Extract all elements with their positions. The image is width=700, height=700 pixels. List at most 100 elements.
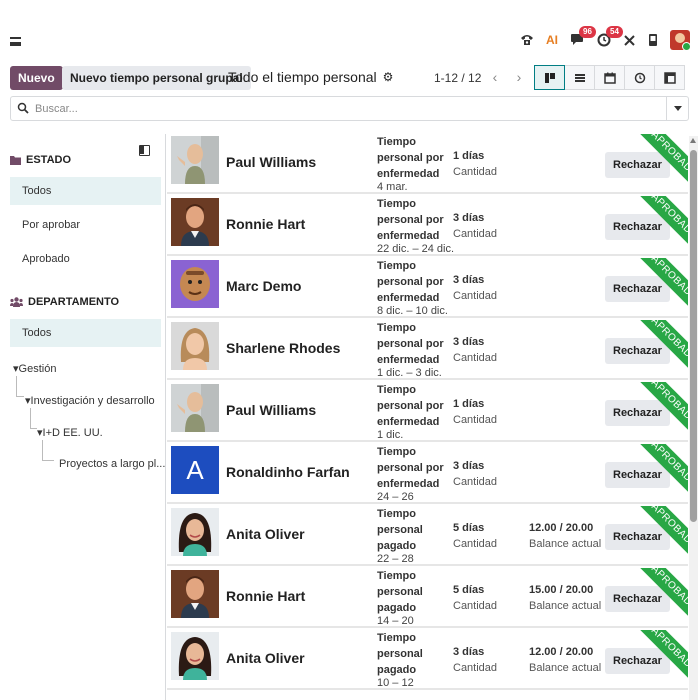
tree-connector <box>42 460 54 461</box>
pager-next-icon[interactable]: › <box>507 64 531 90</box>
caret-down-icon <box>673 106 682 111</box>
employee-name: Anita Oliver <box>226 650 305 666</box>
employee-avatar <box>171 508 219 556</box>
employee-avatar <box>171 260 219 308</box>
kanban-view-button[interactable] <box>534 65 565 90</box>
balance-label: Balance actual <box>529 600 602 612</box>
estado-section-title: ESTADO <box>10 154 71 166</box>
employee-avatar <box>171 136 219 184</box>
timeoff-type: Tiempo personal por enfermedad <box>377 384 444 428</box>
chat-icon[interactable]: 96 <box>570 26 596 47</box>
calendar-view-button[interactable] <box>594 65 625 90</box>
search-options-toggle[interactable] <box>666 96 688 121</box>
timeoff-dates: 24 – 26 <box>377 491 414 503</box>
timeoff-type: Tiempo personal por enfermedad <box>377 446 444 490</box>
refuse-button[interactable]: Rechazar <box>605 586 670 612</box>
employee-name: Ronnie Hart <box>226 216 306 232</box>
calendar-icon <box>603 72 616 84</box>
pager-value[interactable]: 1-12 / 12 <box>434 71 481 85</box>
tree-item-id-ee-uu[interactable]: ▾I+D EE. UU. <box>37 426 103 439</box>
departamento-filter-todos[interactable]: Todos <box>10 319 161 347</box>
employee-avatar <box>171 384 219 432</box>
folder-icon <box>10 156 21 165</box>
employee-name: Sharlene Rhodes <box>226 340 341 356</box>
timeoff-dates: 4 mar. <box>377 181 408 193</box>
clock-icon <box>634 72 645 83</box>
timeoff-duration: 5 días <box>453 522 485 534</box>
timeoff-type: Tiempo personal pagado <box>377 508 423 552</box>
timeoff-dates: 10 – 12 <box>377 677 414 689</box>
sidepanel-collapse-icon[interactable] <box>139 145 150 156</box>
employee-name: Paul Williams <box>226 154 317 170</box>
refuse-button[interactable]: Rechazar <box>605 648 670 674</box>
kanban-card[interactable]: Sharlene Rhodes Tiempo personal por enfer… <box>167 320 688 380</box>
balance-label: Balance actual <box>529 538 602 550</box>
timeoff-duration-label: Cantidad <box>453 414 498 426</box>
list-view-button[interactable] <box>564 65 595 90</box>
search-input[interactable] <box>35 100 635 117</box>
tree-connector <box>16 376 17 396</box>
timeoff-dates: 22 – 28 <box>377 553 414 565</box>
employee-name: Ronnie Hart <box>226 588 306 604</box>
phone-icon[interactable] <box>520 33 534 47</box>
tools-icon[interactable] <box>623 34 636 47</box>
kanban-list: Paul Williams Tiempo personal por enferme… <box>167 134 688 700</box>
scroll-up-icon[interactable] <box>690 138 696 143</box>
refuse-button[interactable]: Rechazar <box>605 524 670 550</box>
search-panel: ESTADO Todos Por aprobar Aprobado DEPART… <box>0 134 166 700</box>
timeoff-duration-label: Cantidad <box>453 290 498 302</box>
refuse-button[interactable]: Rechazar <box>605 152 670 178</box>
scrollbar[interactable] <box>689 136 698 700</box>
new-group-timeoff-button[interactable]: Nuevo tiempo personal grupal <box>62 66 251 90</box>
employee-name: Ronaldinho Farfan <box>226 464 350 480</box>
list-icon <box>574 73 585 82</box>
user-avatar[interactable] <box>670 30 690 50</box>
activity-view-button[interactable] <box>624 65 655 90</box>
device-icon[interactable] <box>648 33 658 47</box>
estado-filter-todos[interactable]: Todos <box>10 177 161 205</box>
timeoff-duration: 3 días <box>453 274 485 286</box>
scroll-thumb[interactable] <box>690 150 697 522</box>
balance-value: 12.00 / 20.00 <box>529 646 594 658</box>
refuse-button[interactable]: Rechazar <box>605 400 670 426</box>
timeoff-type: Tiempo personal por enfermedad <box>377 260 444 304</box>
kanban-card[interactable]: Ronnie Hart Tiempo personal por enfermeda… <box>167 196 688 256</box>
pivot-view-button[interactable] <box>654 65 685 90</box>
tree-connector <box>30 428 37 429</box>
breadcrumb: Todo el tiempo personal ⚙ <box>228 69 393 85</box>
kanban-card[interactable]: Paul Williams Tiempo personal por enferme… <box>167 382 688 442</box>
new-button[interactable]: Nuevo <box>10 66 63 90</box>
chat-badge: 96 <box>579 26 596 38</box>
estado-filter-por-aprobar[interactable]: Por aprobar <box>10 211 161 239</box>
kanban-card[interactable]: A Ronaldinho Farfan Tiempo personal por en… <box>167 444 688 504</box>
estado-filter-aprobado[interactable]: Aprobado <box>10 245 161 273</box>
kanban-card[interactable]: Anita Oliver Tiempo personal pagado 10 – 1… <box>167 630 688 690</box>
activity-icon[interactable]: 54 <box>597 26 623 47</box>
employee-avatar <box>171 322 219 370</box>
refuse-button[interactable]: Rechazar <box>605 338 670 364</box>
timeoff-duration-label: Cantidad <box>453 662 498 674</box>
timeoff-dates: 22 dic. – 24 dic. <box>377 243 455 255</box>
search-icon <box>17 102 29 114</box>
timeoff-duration-label: Cantidad <box>453 538 498 550</box>
kanban-card[interactable]: Marc Demo Tiempo personal por enfermedad 8… <box>167 258 688 318</box>
tree-item-investigacion[interactable]: ▾Investigación y desarrollo <box>25 394 155 407</box>
tree-item-gestion[interactable]: ▾Gestión <box>13 362 56 375</box>
refuse-button[interactable]: Rechazar <box>605 214 670 240</box>
balance-value: 15.00 / 20.00 <box>529 584 594 596</box>
refuse-button[interactable]: Rechazar <box>605 276 670 302</box>
employee-name: Anita Oliver <box>226 526 305 542</box>
tree-item-proyectos[interactable]: Proyectos a largo pl... <box>59 458 165 470</box>
timeoff-type: Tiempo personal por enfermedad <box>377 136 444 180</box>
pager-previous-icon[interactable]: ‹ <box>483 64 507 90</box>
timeoff-duration-label: Cantidad <box>453 166 498 178</box>
kanban-card[interactable]: Ronnie Hart Tiempo personal pagado 14 – 20… <box>167 568 688 628</box>
tree-connector <box>42 440 43 460</box>
ai-icon[interactable]: AI <box>546 31 558 49</box>
refuse-button[interactable]: Rechazar <box>605 462 670 488</box>
kanban-card[interactable]: Anita Oliver Tiempo personal pagado 22 – 2… <box>167 506 688 566</box>
menu-icon[interactable] <box>10 37 21 46</box>
gear-icon[interactable]: ⚙ <box>383 70 394 84</box>
kanban-card[interactable]: Paul Williams Tiempo personal por enferme… <box>167 134 688 194</box>
top-navbar: AI 96 54 <box>0 0 700 56</box>
